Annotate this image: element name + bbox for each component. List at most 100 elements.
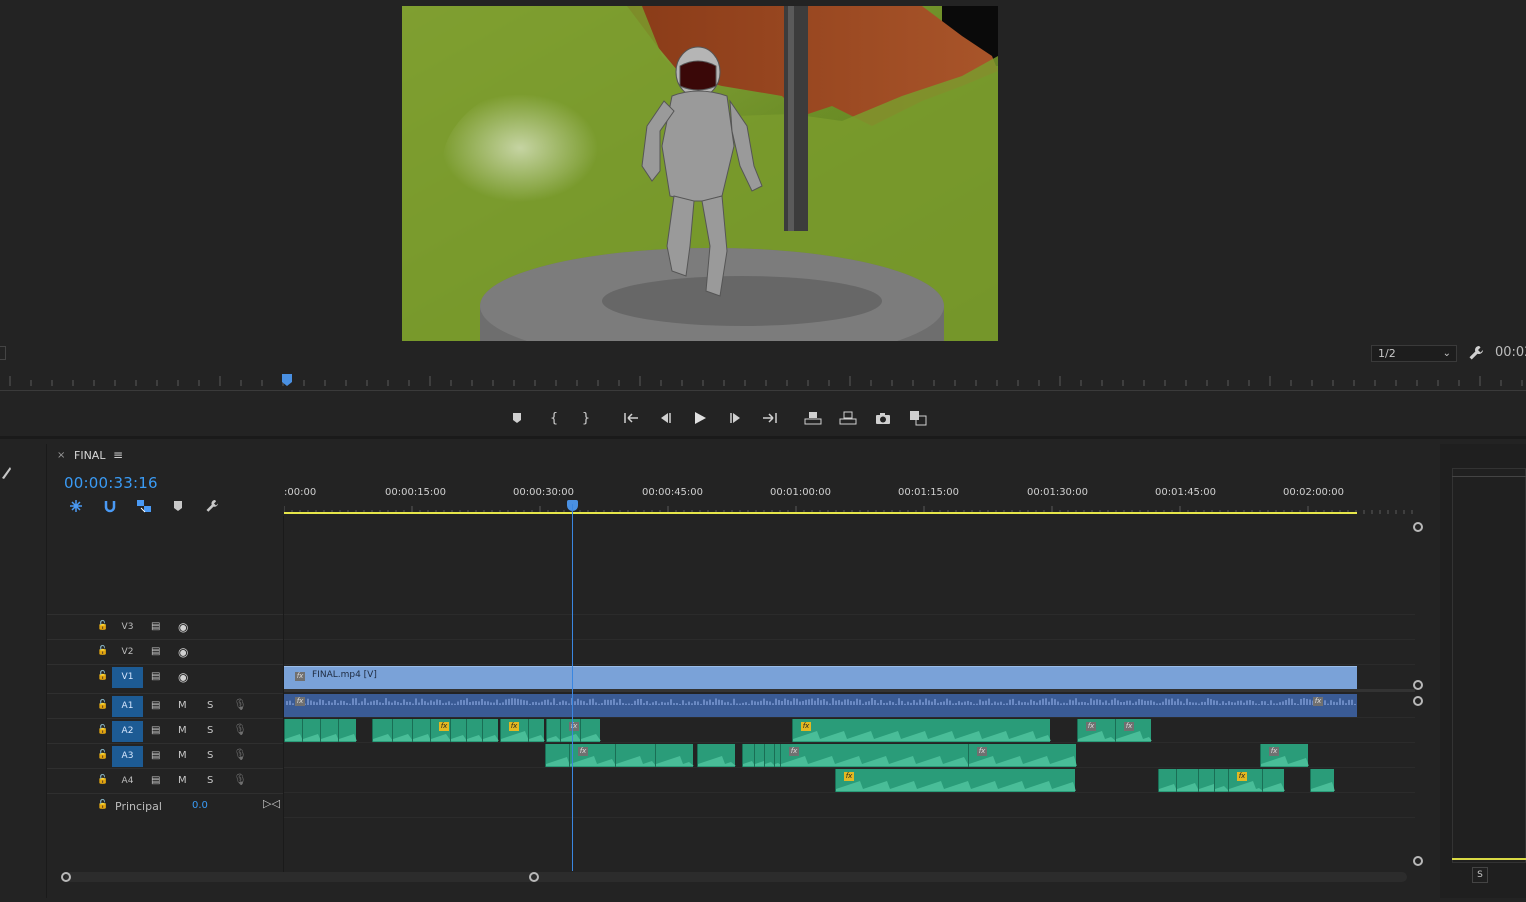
snap-magnet-icon[interactable] xyxy=(101,499,119,513)
mark-in-button[interactable]: { xyxy=(544,408,564,428)
linked-selection-icon[interactable] xyxy=(135,499,153,513)
track-name-a2[interactable]: A2 xyxy=(112,721,143,742)
audio-clip[interactable] xyxy=(338,719,357,742)
track-name-a1[interactable]: A1 xyxy=(112,696,143,717)
scroll-track[interactable] xyxy=(65,872,1407,882)
video-clip[interactable]: fx FINAL.mp4 [V] xyxy=(284,666,1357,689)
audio-clip[interactable]: fx xyxy=(792,719,1051,742)
scroll-handle-right[interactable] xyxy=(529,872,539,882)
track-name-v3[interactable]: V3 xyxy=(112,617,143,638)
audio-clip[interactable]: fx xyxy=(968,744,1077,767)
sync-lock-icon[interactable]: ▤ xyxy=(151,700,160,711)
track-name-a4[interactable]: A4 xyxy=(112,771,143,792)
lock-icon[interactable]: 🔓 xyxy=(97,671,108,681)
mute-button[interactable]: M xyxy=(178,750,187,761)
lock-icon[interactable]: 🔓 xyxy=(97,775,108,785)
audio-clip[interactable] xyxy=(450,719,467,742)
audio-clip[interactable] xyxy=(546,719,561,742)
audio-clip[interactable] xyxy=(412,719,431,742)
scroll-handle[interactable] xyxy=(1413,856,1423,866)
audio-clip[interactable]: fx xyxy=(560,719,581,742)
sync-lock-icon[interactable]: ▤ xyxy=(151,725,160,736)
solo-button[interactable]: S xyxy=(207,700,213,711)
play-button[interactable] xyxy=(690,408,710,428)
audio-clip[interactable] xyxy=(655,744,694,767)
wrench-icon[interactable] xyxy=(1468,345,1484,361)
audio-clip[interactable] xyxy=(1158,769,1177,792)
export-frame-button[interactable] xyxy=(873,408,893,428)
solo-button[interactable]: S xyxy=(207,775,213,786)
lock-icon[interactable]: 🔓 xyxy=(97,621,108,631)
timeline-settings-wrench-icon[interactable] xyxy=(203,499,221,513)
audio-clip[interactable] xyxy=(320,719,339,742)
step-back-button[interactable] xyxy=(655,408,675,428)
lock-icon[interactable]: 🔓 xyxy=(97,725,108,735)
lock-icon[interactable]: 🔓 xyxy=(97,800,108,810)
lock-icon[interactable]: 🔓 xyxy=(97,700,108,710)
audio-clip[interactable] xyxy=(1176,769,1199,792)
lock-icon[interactable]: 🔓 xyxy=(97,646,108,656)
audio-clip[interactable] xyxy=(392,719,413,742)
sync-lock-icon[interactable]: ▤ xyxy=(151,671,160,682)
audio-clip[interactable]: fx xyxy=(1228,769,1263,792)
go-to-in-button[interactable] xyxy=(621,408,641,428)
audio-clip[interactable] xyxy=(302,719,321,742)
collapse-expand-icon[interactable]: ▷◁ xyxy=(263,797,280,810)
mute-button[interactable]: M xyxy=(178,725,187,736)
track-name-v1[interactable]: V1 xyxy=(112,667,143,688)
eye-icon[interactable]: ◉ xyxy=(178,620,188,634)
solo-button[interactable]: S xyxy=(207,750,213,761)
add-marker-icon[interactable] xyxy=(169,499,187,513)
mute-button[interactable]: M xyxy=(178,700,187,711)
solo-button[interactable]: S xyxy=(207,725,213,736)
audio-clip[interactable]: fx xyxy=(1260,744,1309,767)
nest-toggle-icon[interactable] xyxy=(67,499,85,513)
current-timecode[interactable]: 00:00:33:16 xyxy=(64,474,158,492)
audio-clip[interactable]: fx xyxy=(780,744,969,767)
audio-clip[interactable] xyxy=(284,719,303,742)
left-panel-edge-control[interactable] xyxy=(0,346,6,360)
master-volume-value[interactable]: 0.0 xyxy=(192,800,208,811)
audio-clip[interactable] xyxy=(545,744,570,767)
solo-button[interactable]: S xyxy=(1472,867,1488,883)
audio-clip[interactable] xyxy=(1262,769,1285,792)
audio-clip[interactable] xyxy=(742,744,755,767)
work-area-bar[interactable] xyxy=(284,512,1357,514)
mic-icon[interactable]: 🎙 xyxy=(233,723,247,736)
pen-tool-icon[interactable] xyxy=(0,464,12,480)
audio-clip-a1[interactable]: fx fx xyxy=(284,694,1357,717)
mic-icon[interactable]: 🎙 xyxy=(233,748,247,761)
track-name-v2[interactable]: V2 xyxy=(112,642,143,663)
audio-clip[interactable] xyxy=(1214,769,1229,792)
scroll-handle-left[interactable] xyxy=(61,872,71,882)
tracks-area[interactable]: fx FINAL.mp4 [V] fx fx fx fx fx fx fx fx fx fx… xyxy=(283,516,1415,872)
extract-button[interactable] xyxy=(838,408,858,428)
sync-lock-icon[interactable]: ▤ xyxy=(151,750,160,761)
audio-clip[interactable] xyxy=(372,719,393,742)
step-forward-button[interactable] xyxy=(726,408,746,428)
horizontal-scrollbar[interactable] xyxy=(59,870,1415,884)
zoom-level-select[interactable]: 1/2 ⌄ xyxy=(1371,345,1457,362)
mic-icon[interactable]: 🎙 xyxy=(233,773,247,786)
mute-button[interactable]: M xyxy=(178,775,187,786)
eye-icon[interactable]: ◉ xyxy=(178,645,188,659)
audio-clip[interactable] xyxy=(615,744,656,767)
lock-icon[interactable]: 🔓 xyxy=(97,750,108,760)
scroll-handle[interactable] xyxy=(1413,680,1423,690)
monitor-time-ruler[interactable] xyxy=(0,372,1526,388)
close-icon[interactable]: × xyxy=(57,450,65,461)
compare-view-button[interactable] xyxy=(908,408,928,428)
audio-clip[interactable] xyxy=(1310,769,1335,792)
mark-out-button[interactable]: } xyxy=(576,408,596,428)
audio-clip[interactable]: fx xyxy=(430,719,451,742)
add-marker-button[interactable] xyxy=(507,408,527,428)
audio-clip[interactable]: fx xyxy=(500,719,529,742)
timeline-playhead[interactable] xyxy=(572,504,573,871)
audio-clip[interactable]: fx xyxy=(1077,719,1116,742)
vertical-scrollbar[interactable] xyxy=(1413,522,1425,866)
audio-clip[interactable]: fx xyxy=(569,744,616,767)
sync-lock-icon[interactable]: ▤ xyxy=(151,775,160,786)
mic-icon[interactable]: 🎙 xyxy=(233,698,247,711)
audio-clip[interactable] xyxy=(697,744,736,767)
audio-clip[interactable] xyxy=(580,719,601,742)
